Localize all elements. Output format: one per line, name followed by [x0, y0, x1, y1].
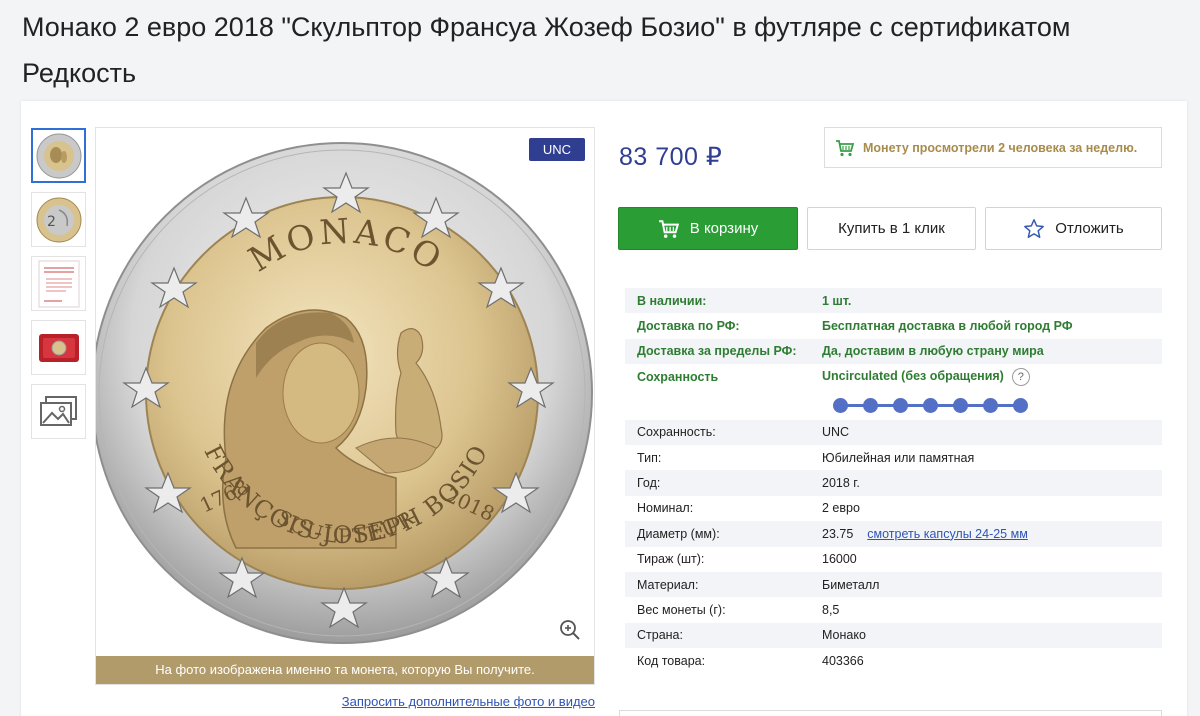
spec-row: Тираж (шт): 16000 [625, 547, 1162, 572]
price: 83 700 ₽ [619, 143, 723, 171]
spec-key: Номинал: [637, 501, 694, 516]
availability-row: В наличии: 1 шт. [625, 288, 1162, 314]
spec-key: Тираж (шт): [637, 552, 705, 567]
availability-key: В наличии: [637, 293, 707, 308]
spec-value: 403366 [822, 653, 864, 668]
grade-dot [893, 397, 908, 413]
views-notice-text: Монету просмотрели 2 человека за неделю. [863, 140, 1138, 155]
svg-text:2: 2 [47, 214, 56, 230]
thumbnail-coin-obverse[interactable] [31, 128, 86, 183]
product-info-table: В наличии: 1 шт. Доставка по РФ: Бесплат… [625, 288, 1162, 673]
spec-value: 2 евро [822, 501, 860, 516]
spec-row-diameter: Диаметр (мм): 23.75 смотреть капсулы 24-2… [625, 521, 1162, 547]
wishlist-label: Отложить [1055, 220, 1124, 237]
zoom-button[interactable] [556, 616, 584, 644]
delivery-rf-value: Бесплатная доставка в любой город РФ [822, 319, 1073, 334]
photo-caption: На фото изображена именно та монета, кот… [96, 656, 594, 684]
spec-row: Сохранность: UNC [625, 419, 1162, 445]
spec-value: 23.75 [822, 526, 854, 541]
grade-dot [953, 397, 968, 413]
spec-value-wrap: 23.75 смотреть капсулы 24-25 мм [822, 527, 1162, 541]
condition-row: Сохранность Uncirculated (без обращения)… [625, 364, 1162, 389]
buy-one-click-button[interactable]: Купить в 1 клик [807, 207, 976, 250]
condition-key: Сохранность [637, 369, 719, 384]
star-icon [1024, 218, 1045, 238]
spec-value: 16000 [822, 552, 857, 567]
spec-key: Страна: [637, 628, 683, 643]
photos-icon [39, 395, 77, 426]
capsules-link[interactable]: смотреть капсулы 24-25 мм [867, 527, 1028, 541]
condition-value-wrap: Uncirculated (без обращения)? [822, 367, 1162, 386]
delivery-abroad-value: Да, доставим в любую страну мира [822, 344, 1044, 359]
delivery-rf-row: Доставка по РФ: Бесплатная доставка в лю… [625, 313, 1162, 338]
thumbnail-case[interactable] [31, 320, 86, 375]
spec-value: 2018 г. [822, 476, 860, 491]
spec-value: Биметалл [822, 577, 880, 592]
spec-value: UNC [822, 425, 850, 440]
coin-reverse-thumb-icon: 2 [36, 197, 81, 242]
grade-badge: UNC [529, 138, 585, 161]
zoom-in-icon [560, 620, 580, 640]
page-title: Монако 2 евро 2018 "Скульптор Франсуа Жо… [22, 12, 1071, 88]
spec-key: Год: [637, 476, 661, 491]
delivery-abroad-key: Доставка за пределы РФ: [637, 344, 797, 359]
cart-icon [836, 139, 855, 156]
grade-dot [833, 397, 848, 413]
grade-dot [923, 397, 938, 413]
delivery-rf-key: Доставка по РФ: [637, 319, 740, 334]
spec-key: Сохранность: [637, 425, 716, 440]
spec-key: Тип: [637, 450, 662, 465]
request-more-photos-link[interactable]: Запросить дополнительные фото и видео [300, 694, 595, 709]
spec-row: Год: 2018 г. [625, 470, 1162, 496]
spec-value: Юбилейная или памятная [822, 450, 975, 465]
grade-scale [625, 390, 1162, 420]
spec-value: 8,5 [822, 602, 840, 617]
views-notice: Монету просмотрели 2 человека за неделю. [824, 127, 1162, 168]
cart-icon [658, 219, 679, 238]
grade-dot [1013, 397, 1028, 413]
thumbnail-coin-reverse[interactable]: 2 [31, 192, 86, 247]
spec-key: Диаметр (мм): [637, 526, 720, 541]
spec-value: Монако [822, 628, 866, 643]
spec-row: Код товара: 403366 [625, 648, 1162, 673]
availability-value: 1 шт. [822, 293, 852, 308]
spec-key: Код товара: [637, 653, 706, 668]
main-coin-photo[interactable]: MONACO FRANÇOIS-JOSEPH BOSIO SCULPTEUR 1… [95, 127, 595, 685]
thumbnail-more-photos[interactable] [31, 384, 86, 439]
coin-obverse-thumb-icon [36, 133, 81, 178]
spec-row: Страна: Монако [625, 622, 1162, 649]
next-section-box [619, 710, 1162, 716]
certificate-thumb-icon [38, 260, 79, 307]
spec-key: Материал: [637, 577, 699, 592]
help-icon[interactable]: ? [1011, 367, 1030, 386]
condition-value: Uncirculated (без обращения) [822, 368, 1004, 383]
grade-dot [863, 397, 878, 413]
delivery-abroad-row: Доставка за пределы РФ: Да, доставим в л… [625, 338, 1162, 365]
wishlist-button[interactable]: Отложить [985, 207, 1162, 250]
add-to-cart-button[interactable]: В корзину [618, 207, 798, 250]
coin-image: MONACO FRANÇOIS-JOSEPH BOSIO SCULPTEUR 1… [96, 142, 593, 644]
spec-key: Вес монеты (г): [637, 602, 726, 617]
spec-row: Тип: Юбилейная или памятная [625, 445, 1162, 470]
spec-row: Номинал: 2 евро [625, 496, 1162, 521]
case-thumb-icon [38, 333, 79, 362]
thumbnail-certificate[interactable] [31, 256, 86, 311]
grade-dot [983, 397, 998, 413]
buy-one-click-label: Купить в 1 клик [838, 220, 945, 237]
spec-row: Материал: Биметалл [625, 571, 1162, 598]
add-to-cart-label: В корзину [689, 220, 759, 237]
spec-row: Вес монеты (г): 8,5 [625, 597, 1162, 622]
